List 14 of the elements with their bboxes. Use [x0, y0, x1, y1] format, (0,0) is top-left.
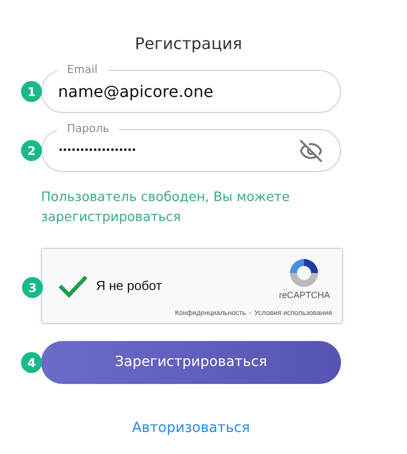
status-message: Пользователь свободен, Вы можете зарегистрироваться [41, 189, 291, 227]
login-link[interactable]: Авторизоваться [132, 418, 250, 439]
captcha-brand: reCAPTCHA [278, 289, 330, 302]
field-label: Пароль [57, 122, 120, 136]
step-badge: 3 [22, 277, 43, 298]
step-badge: 4 [21, 352, 42, 373]
hide-password-icon[interactable] [299, 139, 323, 163]
step-badge: 1 [21, 81, 42, 102]
captcha-label: Я не робот [96, 277, 162, 296]
page-title: Регистрация [134, 33, 242, 55]
recaptcha-logo-icon [288, 257, 320, 289]
register-button[interactable]: Зарегистрироваться [41, 341, 341, 384]
checkmark-icon [58, 274, 88, 298]
step-badge: 2 [21, 140, 42, 161]
